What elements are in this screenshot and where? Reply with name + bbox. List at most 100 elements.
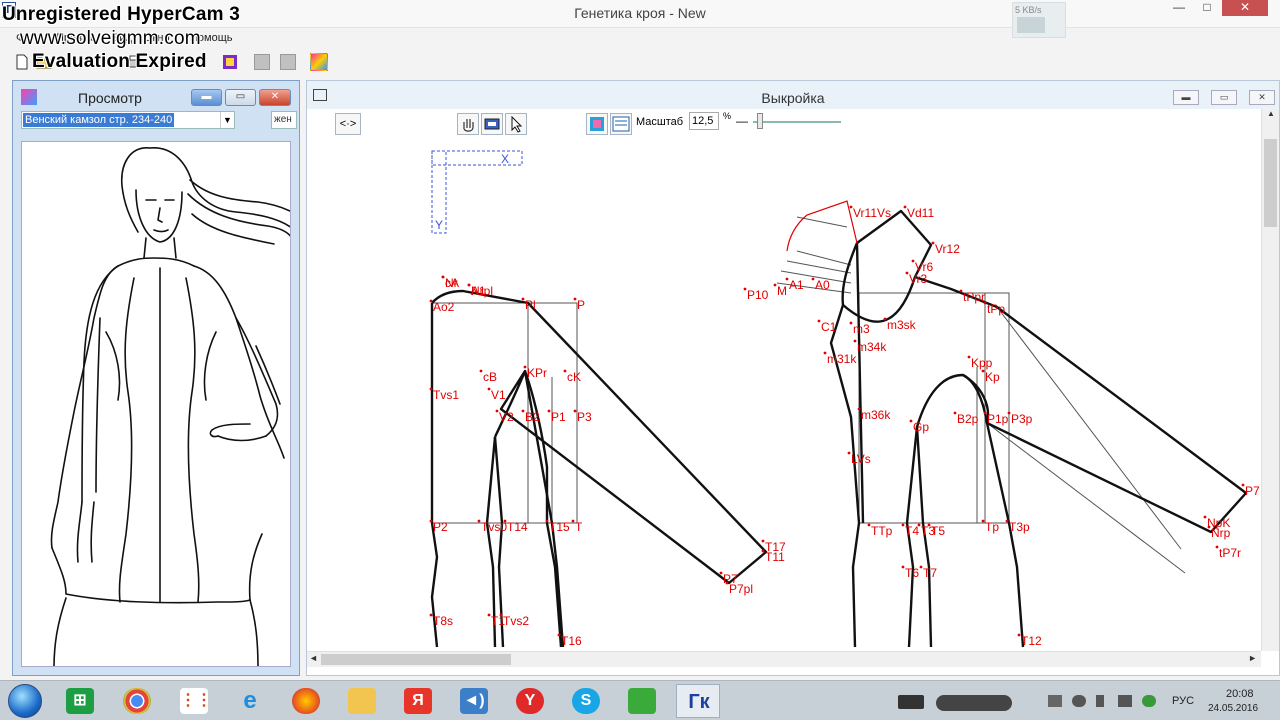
front-point-marker <box>785 277 789 281</box>
genetika-kroya-icon[interactable]: Гк <box>676 684 720 718</box>
scroll-left-icon[interactable]: ◄ <box>309 653 318 663</box>
back-point-label: T <box>575 520 583 534</box>
front-point-marker <box>857 407 861 411</box>
back-point-label: Ao2 <box>433 300 455 314</box>
back-point-marker <box>719 571 723 575</box>
keyboard-icon[interactable] <box>898 695 924 709</box>
disabled-tool-icon[interactable] <box>254 54 270 70</box>
new-file-icon[interactable] <box>12 52 32 72</box>
skype-icon[interactable]: S <box>564 684 608 718</box>
battery-icon[interactable] <box>1096 695 1104 707</box>
back-point-marker <box>563 369 567 373</box>
scale-slider-thumb[interactable] <box>757 113 763 129</box>
back-point-label: Nr <box>445 276 458 290</box>
horizontal-scroll-thumb[interactable] <box>321 654 511 665</box>
vertical-scrollbar[interactable]: ▲ <box>1261 109 1279 651</box>
front-point-marker <box>1005 519 1009 523</box>
front-point-label: m31k <box>827 352 857 366</box>
record-indicator-icon[interactable] <box>936 695 1012 711</box>
back-point-label: T11 <box>765 550 785 564</box>
fit-to-window-button[interactable]: <·> <box>335 113 361 135</box>
pattern-toolbar: <·> Масштаб 12,5 % — <box>307 109 1279 137</box>
disabled-tool-icon[interactable] <box>280 54 296 70</box>
front-point-label: P1p <box>987 412 1009 426</box>
signal-icon[interactable] <box>1118 695 1132 707</box>
internet-explorer-icon[interactable]: e <box>228 684 272 718</box>
hand-pan-icon[interactable] <box>457 113 479 135</box>
front-point-label: Nrp <box>1211 526 1231 540</box>
front-point-label: A0 <box>815 278 830 292</box>
back-point-label: P <box>577 298 585 312</box>
preview-window-icon <box>21 89 37 105</box>
language-indicator[interactable]: РУС <box>1172 695 1194 707</box>
front-point-marker <box>959 289 963 293</box>
front-point-marker <box>927 523 931 527</box>
store-icon[interactable]: ⊞ <box>58 684 102 718</box>
pattern-minimize-button[interactable]: ▬ <box>1173 90 1199 105</box>
back-point-marker <box>429 299 433 303</box>
yandex-browser-y-icon[interactable]: Y <box>508 684 552 718</box>
clock-date[interactable]: 24.05.2016 <box>1208 703 1258 714</box>
start-button[interactable] <box>8 684 42 718</box>
chrome-icon[interactable] <box>115 684 159 718</box>
back-point-marker <box>545 519 549 523</box>
color-tool-icon[interactable] <box>310 53 328 71</box>
colors-icon[interactable] <box>586 113 608 135</box>
front-point-label: P3p <box>1011 412 1033 426</box>
flag-icon[interactable] <box>1048 695 1062 707</box>
front-point-marker <box>917 523 921 527</box>
pointer-icon[interactable] <box>505 113 527 135</box>
window-maximize-button[interactable]: □ <box>1194 0 1220 16</box>
preview-close-button[interactable]: ✕ <box>259 89 291 106</box>
front-point-marker <box>967 355 971 359</box>
back-point-label: T16 <box>561 634 582 648</box>
front-point-marker <box>1207 525 1211 529</box>
back-point-label: P3 <box>577 410 592 424</box>
firefox-icon[interactable] <box>284 684 328 718</box>
scroll-up-icon[interactable]: ▲ <box>1262 109 1280 123</box>
chevron-down-icon[interactable]: ▼ <box>220 112 234 128</box>
audio-icon[interactable]: ◄) <box>452 684 496 718</box>
file-explorer-icon[interactable] <box>340 684 384 718</box>
back-point-marker <box>573 409 577 413</box>
back-point-label: P2 <box>433 520 448 534</box>
scale-input[interactable]: 12,5 <box>689 112 719 130</box>
front-point-label: Vr12 <box>935 242 960 256</box>
back-point-marker <box>725 581 729 585</box>
back-point-marker <box>479 369 483 373</box>
layers-icon[interactable] <box>610 113 632 135</box>
network-icon[interactable] <box>1072 695 1086 707</box>
gender-select[interactable]: жен <box>271 111 297 129</box>
clock-time[interactable]: 20:08 <box>1226 688 1254 700</box>
front-point-marker <box>853 339 857 343</box>
back-point-label: B2 <box>525 410 540 424</box>
back-pattern-piece <box>430 289 768 648</box>
vertical-scroll-thumb[interactable] <box>1264 139 1277 227</box>
pattern-maximize-button[interactable]: ▭ <box>1211 90 1237 105</box>
back-point-label: P1 <box>551 410 566 424</box>
evernote-icon[interactable] <box>620 684 664 718</box>
sync-icon[interactable] <box>1142 695 1156 707</box>
pattern-select[interactable]: Венский камзол стр. 234-240 ▼ <box>21 111 235 129</box>
pattern-canvas[interactable]: X Y cA A1 Ao2 Pl P cB cK Tvs1 KPr V1 V2 … <box>311 137 1261 651</box>
preview-minimize-button[interactable]: ▬ <box>191 89 222 106</box>
scale-slider[interactable] <box>753 121 841 123</box>
front-point-marker <box>905 271 909 275</box>
apps-grid-icon[interactable]: ⋮⋮ <box>172 684 216 718</box>
front-point-marker <box>981 519 985 523</box>
scale-decrease-button[interactable]: — <box>736 114 748 128</box>
pattern-close-button[interactable]: ✕ <box>1249 90 1275 105</box>
garment-sketch <box>21 141 291 667</box>
window-close-button[interactable]: ✕ <box>1222 0 1268 16</box>
horizontal-scrollbar[interactable]: ◄ ► <box>307 651 1261 667</box>
window-minimize-button[interactable]: — <box>1166 0 1192 16</box>
scroll-right-icon[interactable]: ► <box>1248 653 1257 663</box>
back-point-marker <box>557 633 561 637</box>
yandex-browser-ya-icon[interactable]: Я <box>396 684 440 718</box>
frame-icon[interactable] <box>481 113 503 135</box>
front-point-label: T4 <box>905 524 919 538</box>
preview-icon[interactable] <box>220 52 240 72</box>
preview-maximize-button[interactable]: ▭ <box>225 89 256 106</box>
axis-x-label: X <box>501 152 509 166</box>
back-point-label: T15 <box>549 520 570 534</box>
